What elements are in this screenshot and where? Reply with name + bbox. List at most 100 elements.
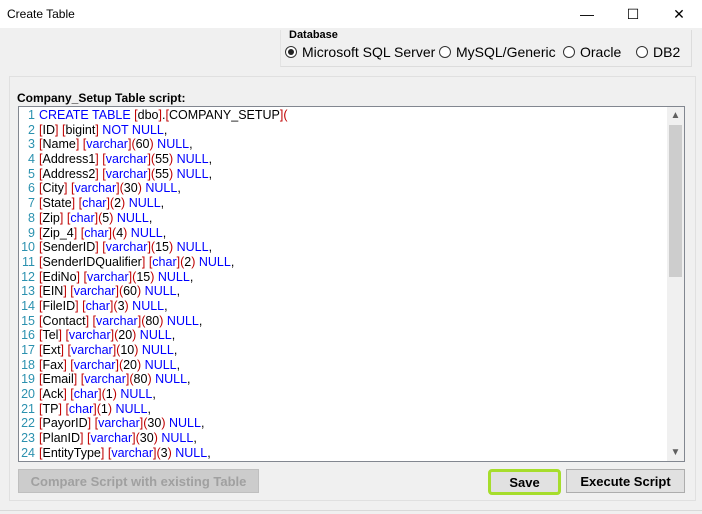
code-token: varchar bbox=[90, 431, 133, 446]
code-token: Ack bbox=[42, 387, 64, 402]
line-number: 6 bbox=[28, 181, 35, 196]
code-line[interactable]: 10 [SenderID] [varchar](15) NULL, bbox=[19, 240, 667, 255]
code-token: Contact bbox=[42, 313, 86, 328]
code-line[interactable]: 24 [EntityType] [varchar](3) NULL, bbox=[19, 446, 667, 461]
scroll-up-icon[interactable]: ▲ bbox=[667, 107, 684, 124]
radio-unselected-icon[interactable] bbox=[636, 46, 648, 58]
radio-unselected-icon[interactable] bbox=[439, 46, 451, 58]
vertical-scrollbar[interactable]: ▲ ▼ bbox=[667, 107, 684, 461]
code-token: char bbox=[85, 298, 110, 313]
code-lines[interactable]: 1 CREATE TABLE [dbo].[COMPANY_SETUP](2 [ID… bbox=[19, 108, 667, 461]
code-line[interactable]: 22 [PayorID] [varchar](30) NULL, bbox=[19, 416, 667, 431]
code-token: NULL bbox=[127, 225, 163, 240]
code-line[interactable]: 15 [Contact] [varchar](80) NULL, bbox=[19, 314, 667, 329]
code-line[interactable]: 1 CREATE TABLE [dbo].[COMPANY_SETUP]( bbox=[19, 108, 667, 123]
code-line[interactable]: 18 [Fax] [varchar](20) NULL, bbox=[19, 358, 667, 373]
code-line[interactable]: 2 [ID] [bigint] NOT NULL, bbox=[19, 123, 667, 138]
code-token: NULL bbox=[173, 240, 209, 255]
code-token: 1 bbox=[105, 387, 113, 402]
code-token: ]( bbox=[147, 152, 156, 167]
code-token: NULL bbox=[195, 254, 231, 269]
code-token: 15 bbox=[155, 240, 169, 255]
code-line[interactable]: 9 [Zip_4] [char](4) NULL, bbox=[19, 226, 667, 241]
code-token: 80 bbox=[145, 313, 160, 328]
code-token: ]( bbox=[127, 137, 136, 152]
code-line[interactable]: 6 [City] [varchar](30) NULL, bbox=[19, 181, 667, 196]
code-token: varchar bbox=[86, 137, 128, 152]
code-token: NULL bbox=[136, 328, 172, 343]
divider bbox=[0, 510, 702, 511]
code-token: PayorID bbox=[42, 416, 88, 431]
close-icon[interactable]: ✕ bbox=[656, 0, 702, 28]
code-token: SenderIDQualifier bbox=[42, 254, 142, 269]
line-number: 23 bbox=[21, 431, 35, 446]
code-token: NULL bbox=[154, 269, 190, 284]
code-line[interactable]: 13 [EIN] [varchar](60) NULL, bbox=[19, 284, 667, 299]
code-line[interactable]: 16 [Tel] [varchar](20) NULL, bbox=[19, 328, 667, 343]
code-token: , bbox=[208, 166, 213, 181]
code-line[interactable]: 3 [Name] [varchar](60) NULL, bbox=[19, 137, 667, 152]
code-token: ]( bbox=[109, 298, 118, 313]
code-line[interactable]: 8 [Zip] [char](5) NULL, bbox=[19, 211, 667, 226]
code-line[interactable]: 17 [Ext] [varchar](10) NULL, bbox=[19, 343, 667, 358]
radio-db2[interactable]: DB2 bbox=[636, 44, 680, 60]
code-line[interactable]: 14 [FileID] [char](3) NULL, bbox=[19, 299, 667, 314]
code-token: NULL bbox=[163, 313, 199, 328]
minimize-icon[interactable]: — bbox=[564, 0, 610, 28]
line-number: 20 bbox=[21, 387, 35, 402]
compare-script-button[interactable]: Compare Script with existing Table bbox=[18, 469, 259, 493]
code-line[interactable]: 19 [Email] [varchar](80) NULL, bbox=[19, 372, 667, 387]
code-token: ]( bbox=[116, 181, 124, 196]
code-line[interactable]: 11 [SenderIDQualifier] [char](2) NULL, bbox=[19, 255, 667, 270]
code-token: , bbox=[189, 137, 193, 152]
radio-label: Microsoft SQL Server bbox=[302, 44, 436, 60]
line-number: 4 bbox=[28, 152, 35, 167]
line-number: 19 bbox=[21, 372, 35, 387]
radio-mysql[interactable]: MySQL/Generic bbox=[439, 44, 556, 60]
code-token: Address1 bbox=[42, 152, 96, 167]
code-token: ]( bbox=[147, 240, 156, 255]
database-legend: Database bbox=[288, 29, 339, 41]
code-line[interactable]: 12 [EdiNo] [varchar](15) NULL, bbox=[19, 270, 667, 285]
code-line[interactable]: 5 [Address2] [varchar](55) NULL, bbox=[19, 167, 667, 182]
execute-script-button[interactable]: Execute Script bbox=[566, 469, 685, 493]
code-token: , bbox=[171, 328, 176, 343]
code-token: 20 bbox=[118, 328, 133, 343]
radio-mssql[interactable]: Microsoft SQL Server bbox=[285, 44, 435, 60]
code-token: char bbox=[73, 387, 99, 402]
radio-oracle[interactable]: Oracle bbox=[563, 44, 621, 60]
scroll-down-icon[interactable]: ▼ bbox=[667, 444, 684, 461]
code-token: 3 bbox=[117, 298, 125, 313]
code-token: varchar bbox=[73, 284, 116, 299]
maximize-icon[interactable]: ☐ bbox=[610, 0, 656, 28]
code-token: char bbox=[68, 401, 94, 416]
window-title: Create Table bbox=[7, 7, 75, 21]
save-button[interactable]: Save bbox=[488, 469, 561, 495]
code-token: 30 bbox=[123, 181, 138, 196]
code-line[interactable]: 4 [Address1] [varchar](55) NULL, bbox=[19, 152, 667, 167]
code-token: , bbox=[193, 431, 197, 446]
code-line[interactable]: 21 [TP] [char](1) NULL, bbox=[19, 402, 667, 417]
code-token: NULL bbox=[138, 343, 174, 357]
radio-selected-icon[interactable] bbox=[285, 46, 297, 58]
line-number: 16 bbox=[21, 328, 35, 343]
code-token: varchar bbox=[98, 416, 140, 431]
code-token: , bbox=[187, 372, 191, 387]
script-editor[interactable]: 1 CREATE TABLE [dbo].[COMPANY_SETUP](2 [ID… bbox=[18, 106, 685, 462]
title-bar: Create Table — ☐ ✕ bbox=[0, 0, 702, 28]
code-token: , bbox=[176, 284, 181, 299]
code-token: varchar bbox=[68, 328, 111, 343]
code-line[interactable]: 7 [State] [char](2) NULL, bbox=[19, 196, 667, 211]
code-token: , bbox=[164, 298, 168, 313]
line-number: 1 bbox=[28, 108, 35, 122]
scroll-thumb[interactable] bbox=[669, 125, 682, 277]
line-number: 24 bbox=[21, 445, 35, 460]
line-number: 21 bbox=[21, 401, 35, 416]
radio-unselected-icon[interactable] bbox=[563, 46, 575, 58]
code-token: EdiNo bbox=[42, 269, 77, 284]
code-token: , bbox=[160, 196, 165, 211]
code-line[interactable]: 23 [PlanID] [varchar](30) NULL, bbox=[19, 431, 667, 446]
code-line[interactable]: 20 [Ack] [char](1) NULL, bbox=[19, 387, 667, 402]
code-token: 30 bbox=[147, 416, 162, 431]
code-token: , bbox=[200, 416, 205, 431]
